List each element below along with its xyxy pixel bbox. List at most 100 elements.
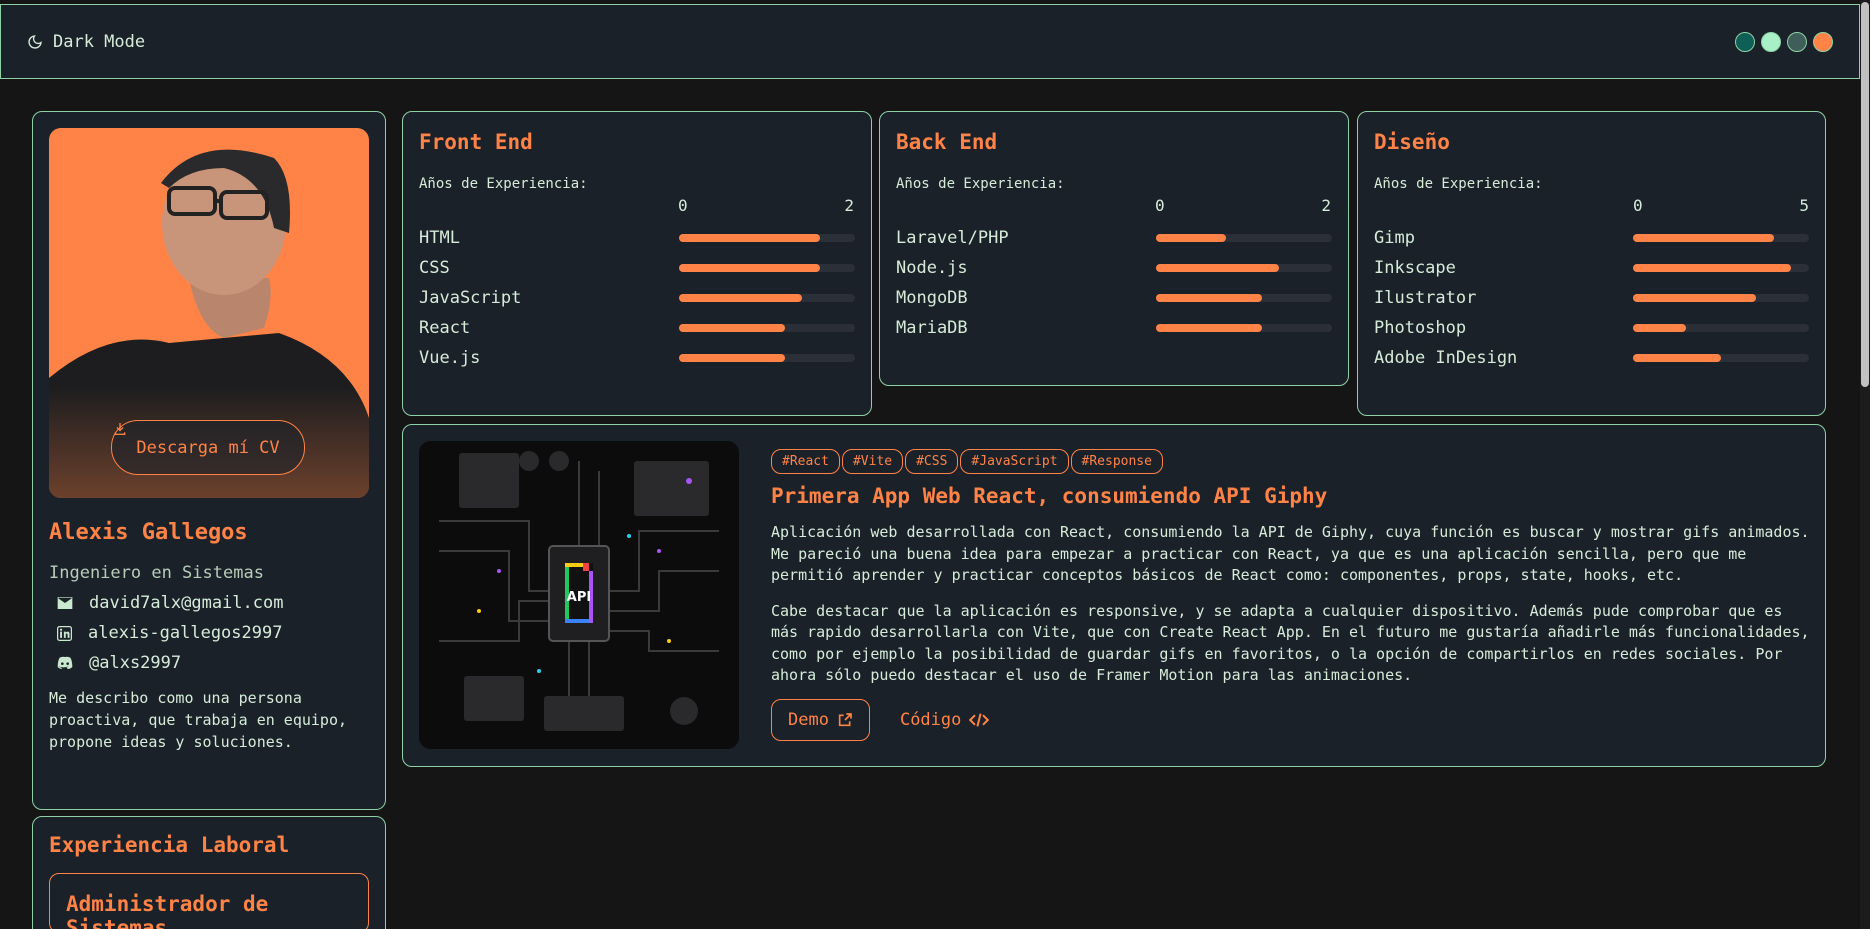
download-icon <box>114 423 126 435</box>
skill-level-fill <box>1633 354 1722 362</box>
years-label: Años de Experiencia: <box>896 176 1065 192</box>
skill-card-title: Front End <box>419 130 533 154</box>
profile-description: Me describo como una persona proactiva, … <box>49 689 348 751</box>
email-text: david7alx@gmail.com <box>89 593 284 613</box>
experience-item[interactable]: Administrador de Sistemas <box>49 873 369 929</box>
years-label: Años de Experiencia: <box>419 176 588 192</box>
download-cv-label: Descarga mí CV <box>136 437 280 458</box>
skill-level-fill <box>679 324 785 332</box>
skill-level-fill <box>1156 324 1262 332</box>
years-scale: 05 <box>1633 196 1809 215</box>
skill-level-bar <box>679 354 855 362</box>
skill-name: Vue.js <box>419 348 481 368</box>
skill-row: Adobe InDesign <box>1374 343 1809 373</box>
project-paragraph: Aplicación web desarrollada con React, c… <box>771 523 1810 584</box>
years-label: Años de Experiencia: <box>1374 176 1543 192</box>
skill-level-bar <box>1633 324 1809 332</box>
contact-linkedin[interactable]: alexis-gallegos2997 <box>49 623 369 643</box>
skill-row: Ilustrator <box>1374 283 1809 313</box>
scrollbar-thumb[interactable] <box>1861 2 1869 387</box>
scale-max: 2 <box>844 196 854 215</box>
skill-row: MariaDB <box>896 313 1332 343</box>
skill-row: Laravel/PHP <box>896 223 1332 253</box>
skill-name: Adobe InDesign <box>1374 348 1518 368</box>
profile-card: Descarga mí CV Alexis Gallegos Ingeniero… <box>32 111 386 810</box>
project-body: #React #Vite #CSS #JavaScript #Response … <box>771 449 1811 741</box>
skill-level-bar <box>679 234 855 242</box>
skill-level-fill <box>1156 294 1262 302</box>
skill-card-design: Diseño Años de Experiencia: 05 Gimp Inksc… <box>1357 111 1826 416</box>
skill-name: HTML <box>419 228 460 248</box>
skill-row: Inkscape <box>1374 253 1809 283</box>
skill-list: Gimp Inkscape Ilustrator Photoshop Adobe InD… <box>1374 223 1809 373</box>
tag-javascript[interactable]: #JavaScript <box>960 449 1069 474</box>
skill-row: Gimp <box>1374 223 1809 253</box>
external-link-icon <box>838 712 852 726</box>
theme-color-slate[interactable] <box>1787 31 1807 52</box>
skill-level-bar <box>679 294 855 302</box>
tag-vite[interactable]: #Vite <box>841 449 904 474</box>
skill-row: MongoDB <box>896 283 1332 313</box>
skill-name: Ilustrator <box>1374 288 1477 308</box>
skill-card-title: Diseño <box>1374 130 1450 154</box>
tag-react[interactable]: #React <box>771 449 840 474</box>
skill-level-fill <box>1633 264 1792 272</box>
code-button[interactable]: Código <box>899 709 990 730</box>
github-text: @alxs2997 <box>89 653 182 673</box>
skill-level-fill <box>1633 294 1757 302</box>
skill-level-bar <box>1633 264 1809 272</box>
skill-level-fill <box>679 234 820 242</box>
theme-color-picker <box>1735 31 1833 52</box>
skill-list: Laravel/PHP Node.js MongoDB MariaDB <box>896 223 1332 343</box>
skill-row: Photoshop <box>1374 313 1809 343</box>
download-cv-button[interactable]: Descarga mí CV <box>111 420 305 475</box>
skill-level-fill <box>679 354 785 362</box>
scale-min: 0 <box>1633 196 1643 215</box>
years-scale: 02 <box>678 196 854 215</box>
demo-label: Demo <box>788 709 829 730</box>
tag-response[interactable]: #Response <box>1070 449 1163 474</box>
dark-mode-toggle[interactable]: Dark Mode <box>27 32 145 52</box>
skill-level-bar <box>679 264 855 272</box>
skill-level-bar <box>679 324 855 332</box>
project-image: API <box>419 441 739 749</box>
skill-level-bar <box>1633 294 1809 302</box>
moon-icon <box>28 34 42 49</box>
contact-email[interactable]: david7alx@gmail.com <box>49 593 369 613</box>
skill-level-bar <box>1156 294 1332 302</box>
theme-color-teal[interactable] <box>1735 31 1755 52</box>
skill-level-bar <box>1156 264 1332 272</box>
skill-name: Photoshop <box>1374 318 1467 338</box>
skill-row: CSS <box>419 253 855 283</box>
code-label: Código <box>899 709 962 730</box>
skill-level-fill <box>1156 234 1227 242</box>
skill-card-title: Back End <box>896 130 998 154</box>
contact-github[interactable]: @alxs2997 <box>49 653 369 673</box>
skill-row: Vue.js <box>419 343 855 373</box>
skill-row: Node.js <box>896 253 1332 283</box>
api-label: API <box>567 590 591 605</box>
theme-color-orange[interactable] <box>1813 31 1833 52</box>
skill-level-bar <box>1633 354 1809 362</box>
project-actions: Demo Código <box>771 698 1811 741</box>
skill-level-bar <box>1156 324 1332 332</box>
skill-row: JavaScript <box>419 283 855 313</box>
skill-level-fill <box>1633 324 1687 332</box>
skill-name: Laravel/PHP <box>896 228 1009 248</box>
skill-row: HTML <box>419 223 855 253</box>
demo-button[interactable]: Demo <box>771 698 870 741</box>
skill-level-bar <box>1156 234 1332 242</box>
skill-name: MariaDB <box>896 318 968 338</box>
skill-level-fill <box>679 264 820 272</box>
experience-title: Experiencia Laboral <box>49 833 290 857</box>
scrollbar[interactable] <box>1860 0 1870 929</box>
skill-level-fill <box>1633 234 1774 242</box>
skill-card-backend: Back End Años de Experiencia: 02 Laravel… <box>879 111 1349 386</box>
skill-card-frontend: Front End Años de Experiencia: 02 HTML CS… <box>402 111 872 416</box>
theme-color-mint[interactable] <box>1761 31 1781 52</box>
tag-css[interactable]: #CSS <box>905 449 959 474</box>
envelope-icon <box>57 597 73 609</box>
scale-min: 0 <box>678 196 688 215</box>
scale-min: 0 <box>1155 196 1165 215</box>
skill-level-bar <box>1633 234 1809 242</box>
